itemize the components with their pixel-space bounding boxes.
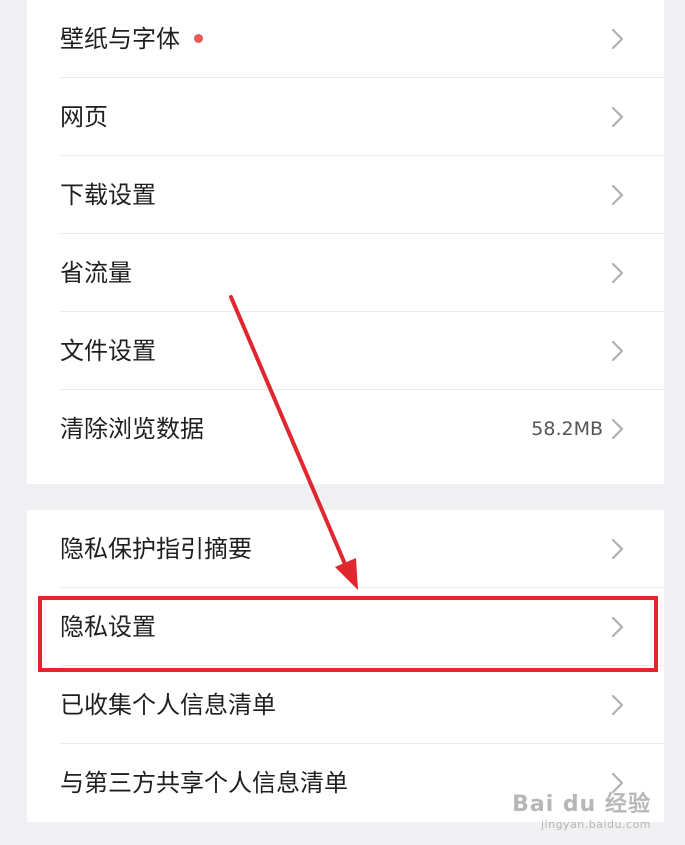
settings-item-collected-personal-info[interactable]: 已收集个人信息清单 — [27, 666, 664, 744]
chevron-right-icon — [611, 616, 624, 638]
settings-item-label: 已收集个人信息清单 — [60, 691, 276, 719]
settings-item-wallpaper-font[interactable]: 壁纸与字体 — [27, 0, 664, 78]
settings-item-label: 省流量 — [60, 259, 132, 287]
settings-item-privacy-settings[interactable]: 隐私设置 — [27, 588, 664, 666]
settings-item-label: 网页 — [60, 103, 108, 131]
chevron-right-icon — [611, 106, 624, 128]
settings-item-label: 文件设置 — [60, 337, 156, 365]
settings-group-privacy: 隐私保护指引摘要 隐私设置 已收集个人信息清单 与第三方共享个人信息清单 — [27, 510, 664, 822]
settings-item-label: 清除浏览数据 — [60, 415, 204, 443]
settings-item-label: 隐私保护指引摘要 — [60, 535, 252, 563]
chevron-right-icon — [611, 184, 624, 206]
settings-item-label: 壁纸与字体 — [60, 0, 203, 78]
settings-item-file[interactable]: 文件设置 — [27, 312, 664, 390]
chevron-right-icon — [611, 340, 624, 362]
new-badge-dot — [194, 33, 203, 43]
chevron-right-icon — [611, 262, 624, 284]
settings-group-general: 壁纸与字体 网页 下载设置 省流量 文件设置 清除浏览数据 58.2MB — [27, 0, 664, 484]
chevron-right-icon — [611, 28, 624, 50]
settings-item-label: 与第三方共享个人信息清单 — [60, 769, 348, 797]
settings-item-privacy-guide-summary[interactable]: 隐私保护指引摘要 — [27, 510, 664, 588]
settings-item-third-party-shared-info[interactable]: 与第三方共享个人信息清单 — [27, 744, 664, 822]
settings-item-label: 下载设置 — [60, 181, 156, 209]
settings-item-label: 隐私设置 — [60, 613, 156, 641]
settings-item-data-saver[interactable]: 省流量 — [27, 234, 664, 312]
chevron-right-icon — [611, 694, 624, 716]
settings-item-clear-browsing-data[interactable]: 清除浏览数据 58.2MB — [27, 390, 664, 468]
chevron-right-icon — [611, 772, 624, 794]
settings-item-download[interactable]: 下载设置 — [27, 156, 664, 234]
cache-size-value: 58.2MB — [531, 418, 603, 440]
settings-item-webpage[interactable]: 网页 — [27, 78, 664, 156]
chevron-right-icon — [611, 418, 624, 440]
chevron-right-icon — [611, 538, 624, 560]
